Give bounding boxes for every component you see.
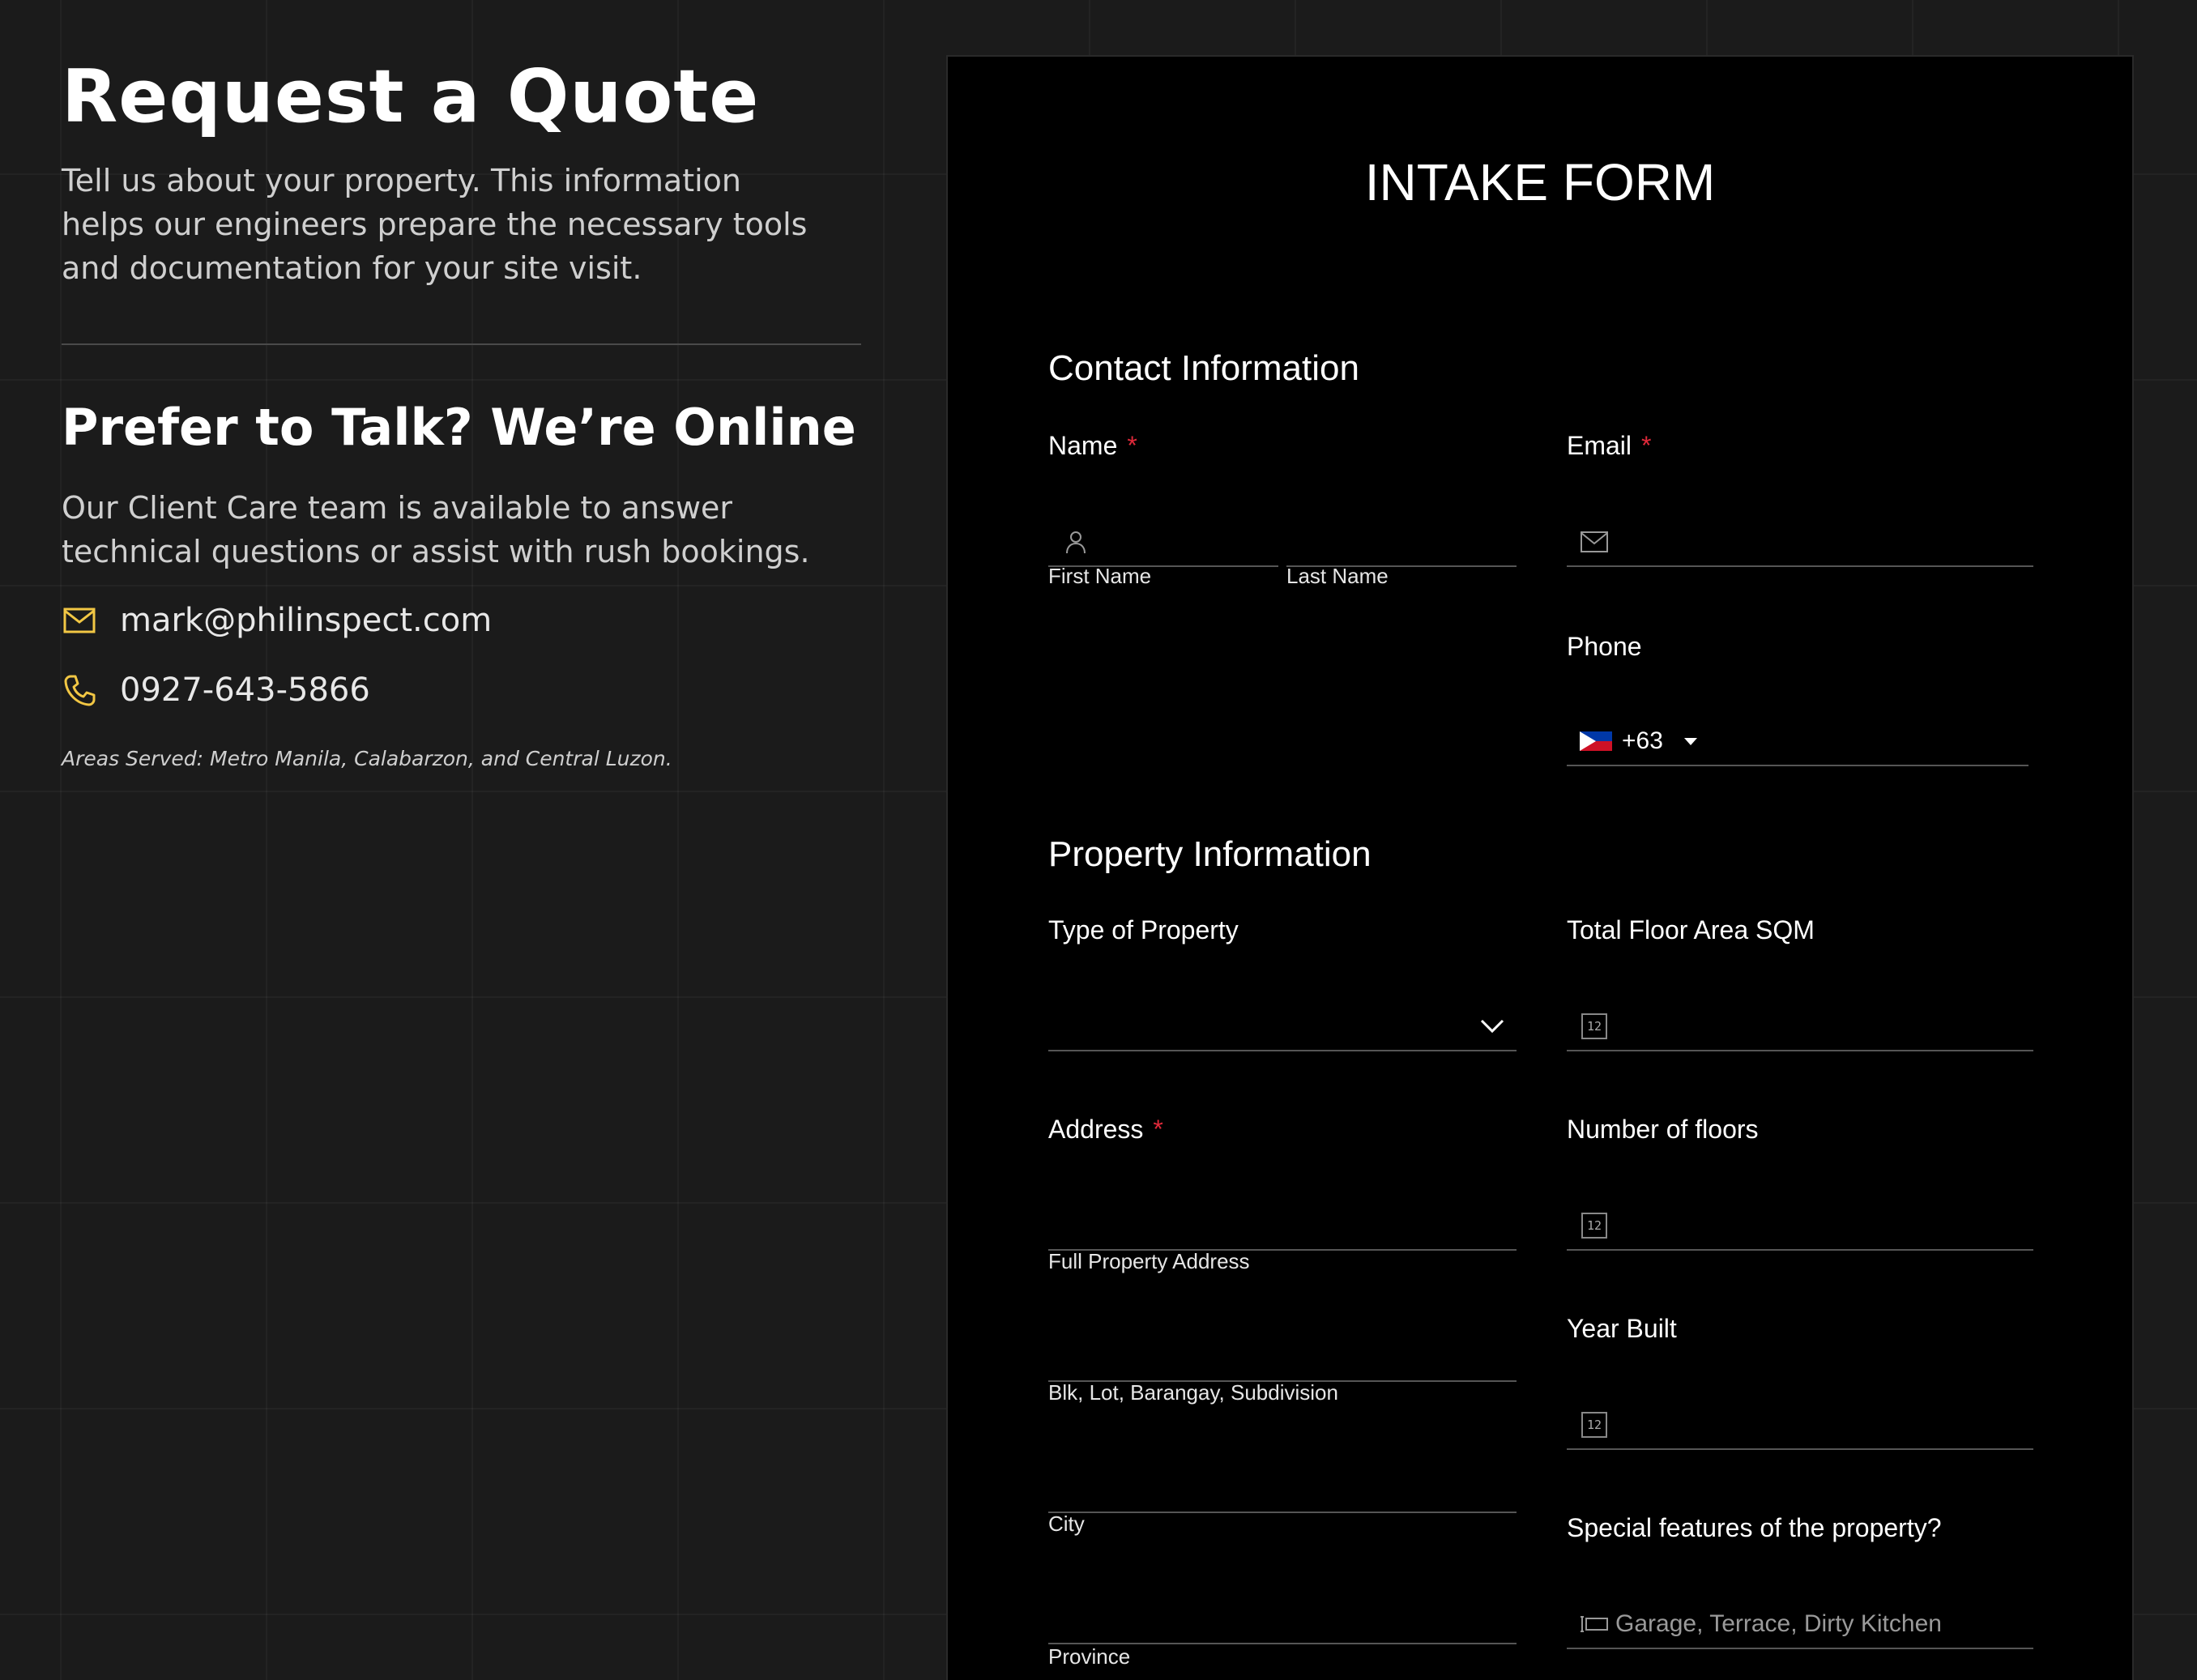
- blk-lot-input[interactable]: [1048, 1333, 1517, 1380]
- city-sublabel: City: [1048, 1512, 1085, 1536]
- type-of-property-select[interactable]: [1048, 1003, 1517, 1051]
- first-name-sublabel: First Name: [1048, 564, 1152, 588]
- floors-field[interactable]: 12: [1567, 1202, 2033, 1251]
- property-section-title: Property Information: [1048, 834, 1372, 874]
- number-icon: 12: [1580, 1012, 1609, 1041]
- special-features-label: Special features of the property?: [1567, 1513, 1942, 1542]
- last-name-sublabel: Last Name: [1286, 564, 1389, 588]
- text-field-icon: [1580, 1610, 1609, 1639]
- address-label: Address *: [1048, 1115, 1163, 1144]
- number-icon: 12: [1580, 1410, 1609, 1439]
- person-icon: [1061, 527, 1090, 556]
- phone-field[interactable]: +63: [1567, 718, 2028, 766]
- floor-area-field[interactable]: 12: [1567, 1003, 2033, 1051]
- philippines-flag-icon: [1580, 731, 1612, 751]
- special-features-field[interactable]: [1567, 1601, 2033, 1649]
- contact-section-title: Contact Information: [1048, 348, 1359, 388]
- year-built-label: Year Built: [1567, 1314, 1677, 1343]
- phone-label: Phone: [1567, 632, 1642, 661]
- number-icon: 12: [1580, 1211, 1609, 1240]
- province-field[interactable]: [1048, 1596, 1517, 1644]
- areas-served: Areas Served: Metro Manila, Calabarzon, …: [62, 747, 672, 770]
- first-name-field[interactable]: [1048, 518, 1278, 567]
- name-label: Name *: [1048, 431, 1137, 460]
- year-built-input[interactable]: [1609, 1401, 2033, 1448]
- floor-area-input[interactable]: [1609, 1003, 2033, 1050]
- email-field[interactable]: [1567, 518, 2033, 567]
- phone-input[interactable]: [1696, 718, 2028, 765]
- email-link[interactable]: mark@philinspect.com: [120, 602, 492, 639]
- full-address-input[interactable]: [1048, 1202, 1517, 1249]
- floors-label: Number of floors: [1567, 1115, 1759, 1144]
- city-field[interactable]: [1048, 1465, 1517, 1513]
- city-input[interactable]: [1048, 1465, 1517, 1512]
- last-name-field[interactable]: [1286, 518, 1517, 567]
- blk-lot-sublabel: Blk, Lot, Barangay, Subdivision: [1048, 1380, 1338, 1405]
- country-code: +63: [1622, 727, 1663, 754]
- intake-form-panel: INTAKE FORM Contact Information Name * Fi…: [946, 55, 2134, 1680]
- province-sublabel: Province: [1048, 1644, 1131, 1669]
- divider: [62, 343, 861, 345]
- full-address-field[interactable]: [1048, 1202, 1517, 1251]
- floor-area-label: Total Floor Area SQM: [1567, 915, 1815, 944]
- form-title: INTAKE FORM: [1364, 153, 1716, 211]
- year-built-field[interactable]: 12: [1567, 1401, 2033, 1450]
- envelope-icon: [1580, 527, 1609, 556]
- blk-lot-field[interactable]: [1048, 1333, 1517, 1382]
- type-of-property-label: Type of Property: [1048, 915, 1239, 944]
- last-name-input[interactable]: [1286, 518, 1517, 565]
- country-code-select[interactable]: +63: [1580, 727, 1697, 755]
- email-label: Email *: [1567, 431, 1652, 460]
- page-title: Request a Quote: [62, 54, 760, 139]
- talk-heading: Prefer to Talk? We’re Online: [62, 398, 856, 457]
- floors-input[interactable]: [1609, 1202, 2033, 1249]
- phone-icon: [62, 672, 97, 708]
- phone-contact[interactable]: 0927-643-5866: [62, 666, 872, 714]
- intro-text: Tell us about your property. This inform…: [62, 163, 808, 286]
- info-column: Request a Quote Tell us about your prope…: [62, 0, 872, 770]
- chevron-down-icon: [1478, 1012, 1507, 1041]
- province-input[interactable]: [1048, 1596, 1517, 1643]
- first-name-input[interactable]: [1090, 518, 1278, 565]
- email-input[interactable]: [1609, 518, 2033, 565]
- caret-down-icon: [1683, 737, 1697, 745]
- full-address-sublabel: Full Property Address: [1048, 1249, 1250, 1273]
- phone-link[interactable]: 0927-643-5866: [120, 672, 370, 709]
- talk-text: Our Client Care team is available to ans…: [62, 490, 810, 569]
- email-contact[interactable]: mark@philinspect.com: [62, 596, 872, 645]
- special-features-input[interactable]: [1609, 1601, 2033, 1648]
- mail-icon: [62, 603, 97, 638]
